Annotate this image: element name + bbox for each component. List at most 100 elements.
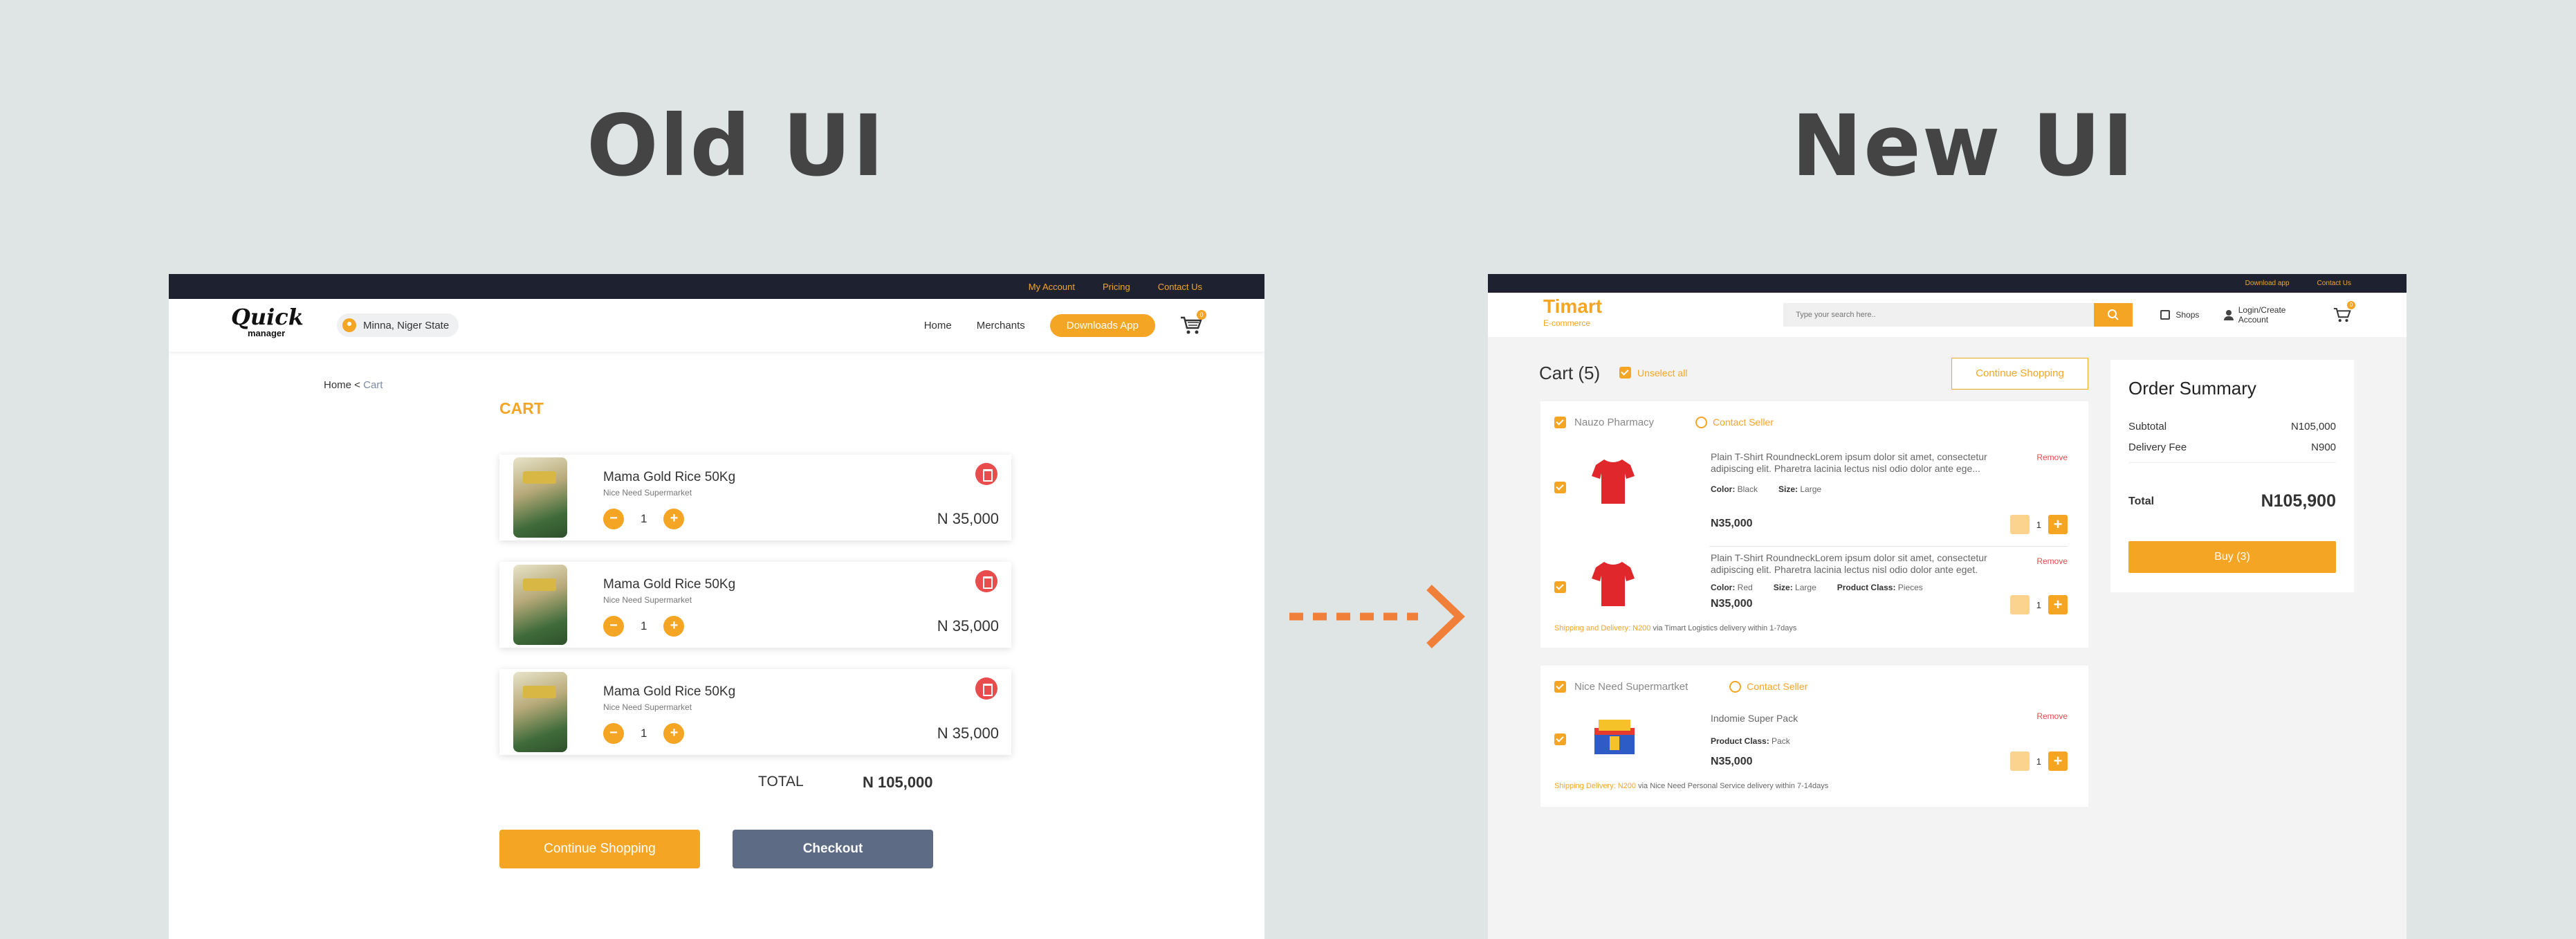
new-ui-screen: Download app Contact Us Timart E-commerc… [1488, 274, 2407, 939]
old-nav-bar: Quick manager Minna, Niger State Home Me… [169, 299, 1264, 352]
contact-us-link[interactable]: Contact Us [1158, 282, 1202, 292]
store-header: Nauzo Pharmacy Contact Seller [1540, 401, 2088, 443]
delivery-value: N900 [2311, 441, 2336, 453]
unselect-all-toggle[interactable]: Unselect all [1619, 367, 1687, 379]
search-input[interactable] [1783, 303, 2095, 327]
product-meta: Color: Black Size: Large [1711, 484, 1821, 494]
location-selector[interactable]: Minna, Niger State [336, 313, 459, 337]
subtotal-label: Subtotal [2128, 421, 2167, 432]
chat-icon [1695, 416, 1708, 428]
search-button[interactable] [2094, 303, 2133, 327]
cart-count-badge: 0 [2347, 301, 2355, 309]
contact-us-link[interactable]: Contact Us [2317, 280, 2351, 287]
old-ui-heading: Old UI [587, 97, 885, 195]
decrease-button[interactable]: − [603, 723, 624, 744]
pricing-link[interactable]: Pricing [1103, 282, 1130, 292]
remove-link[interactable]: Remove [2036, 711, 2068, 721]
item-name: Mama Gold Rice 50Kg [603, 470, 736, 484]
product-checkbox[interactable] [1554, 733, 1566, 745]
store-card: Nauzo Pharmacy Contact Seller Plain T-Sh… [1540, 401, 2088, 648]
cart-item: Mama Gold Rice 50Kg Nice Need Supermarke… [499, 669, 1011, 755]
color-value: Black [1737, 484, 1758, 494]
product-name: Plain T-Shirt RoundneckLorem ipsum dolor… [1711, 552, 1987, 575]
decrease-button[interactable]: − [603, 616, 624, 637]
delivery-row: Delivery Fee N900 [2128, 441, 2336, 453]
login-label: Login/Create Account [2238, 305, 2286, 325]
search-bar [1783, 303, 2133, 327]
download-app-button[interactable]: Downloads App [1049, 313, 1155, 337]
item-store: Nice Need Supermarket [603, 595, 692, 605]
shipping-fee: Shipping and Delivery: N200 [1554, 624, 1651, 632]
checkbox-icon [1619, 367, 1631, 379]
item-price: N 35,000 [937, 510, 999, 527]
decrease-button[interactable] [2009, 751, 2030, 771]
contact-seller-link[interactable]: Contact Seller [1695, 416, 1774, 428]
cart-heading: Cart (5) [1539, 363, 1601, 383]
product-checkbox[interactable] [1554, 581, 1566, 593]
checkout-button[interactable]: Checkout [733, 830, 933, 868]
shops-link[interactable]: Shops [2160, 310, 2199, 320]
increase-button[interactable]: + [2048, 595, 2068, 614]
buy-button[interactable]: Buy (3) [2128, 541, 2336, 573]
cart-icon[interactable]: 0 [2333, 301, 2355, 323]
divider [2128, 462, 2336, 463]
quick-manager-logo[interactable]: Quick manager [231, 306, 304, 343]
cart-item: Mama Gold Rice 50Kg Nice Need Supermarke… [499, 455, 1011, 540]
continue-shopping-button[interactable]: Continue Shopping [499, 830, 700, 868]
product-price: N35,000 [1711, 598, 1753, 610]
delete-icon[interactable] [975, 677, 997, 700]
increase-button[interactable]: + [2048, 515, 2068, 534]
download-app-link[interactable]: Download app [2245, 280, 2290, 287]
contact-seller-link[interactable]: Contact Seller [1729, 680, 1808, 693]
delete-icon[interactable] [975, 570, 997, 592]
search-icon [2108, 309, 2119, 320]
class-label: Product Class: [1837, 583, 1896, 592]
decrease-button[interactable] [2009, 515, 2030, 534]
cart-icon[interactable]: 0 [1180, 310, 1206, 335]
timart-logo[interactable]: Timart E-commerce [1543, 297, 1602, 331]
size-label: Size: [1778, 484, 1798, 494]
continue-shopping-button[interactable]: Continue Shopping [1951, 358, 2088, 390]
unselect-label: Unselect all [1637, 367, 1688, 379]
store-name: Nauzo Pharmacy [1574, 416, 1655, 428]
class-label: Product Class: [1711, 736, 1769, 746]
decrease-button[interactable]: − [603, 509, 624, 529]
quantity-value: 1 [2036, 756, 2041, 767]
decrease-button[interactable] [2009, 595, 2030, 614]
size-label: Size: [1773, 583, 1793, 592]
remove-link[interactable]: Remove [2036, 556, 2068, 566]
remove-link[interactable]: Remove [2036, 453, 2068, 462]
new-nav-bar: Timart E-commerce Shops Login/Create Acc… [1488, 293, 2407, 337]
quantity-stepper: 1 + [2009, 751, 2068, 771]
store-card: Nice Need Supermartket Contact Seller In… [1540, 666, 2088, 807]
new-top-bar: Download app Contact Us [1488, 274, 2407, 293]
item-name: Mama Gold Rice 50Kg [603, 577, 736, 592]
increase-button[interactable]: + [2048, 751, 2068, 771]
store-checkbox[interactable] [1554, 416, 1566, 428]
summary-title: Order Summary [2128, 378, 2256, 399]
my-account-link[interactable]: My Account [1029, 282, 1075, 292]
color-value: Red [1737, 583, 1753, 592]
increase-button[interactable]: + [663, 616, 685, 637]
quantity-stepper: − 1 + [603, 723, 685, 744]
nav-home[interactable]: Home [924, 320, 952, 331]
increase-button[interactable]: + [663, 509, 685, 529]
store-checkbox[interactable] [1554, 680, 1566, 693]
shipping-info: Shipping and Delivery: N200 via Timart L… [1540, 624, 2088, 632]
order-summary: Order Summary Subtotal N105,000 Delivery… [2110, 360, 2354, 592]
quantity-stepper: − 1 + [603, 616, 685, 637]
login-link[interactable]: Login/Create Account [2224, 305, 2308, 325]
breadcrumb-home[interactable]: Home < [324, 379, 360, 391]
nav-merchants[interactable]: Merchants [977, 320, 1025, 331]
cart-product: Plain T-Shirt RoundneckLorem ipsum dolor… [1540, 443, 2088, 547]
product-meta: Product Class: Pack [1711, 736, 1790, 746]
contact-label: Contact Seller [1747, 681, 1808, 692]
product-checkbox[interactable] [1554, 482, 1566, 493]
class-value: Pack [1772, 736, 1790, 746]
increase-button[interactable]: + [663, 723, 685, 744]
total-row: Total N105,900 [2128, 491, 2336, 511]
delete-icon[interactable] [975, 463, 997, 485]
rice-bag-image [513, 672, 567, 752]
item-price: N 35,000 [937, 724, 999, 742]
cart-count-badge: 0 [1197, 310, 1206, 320]
